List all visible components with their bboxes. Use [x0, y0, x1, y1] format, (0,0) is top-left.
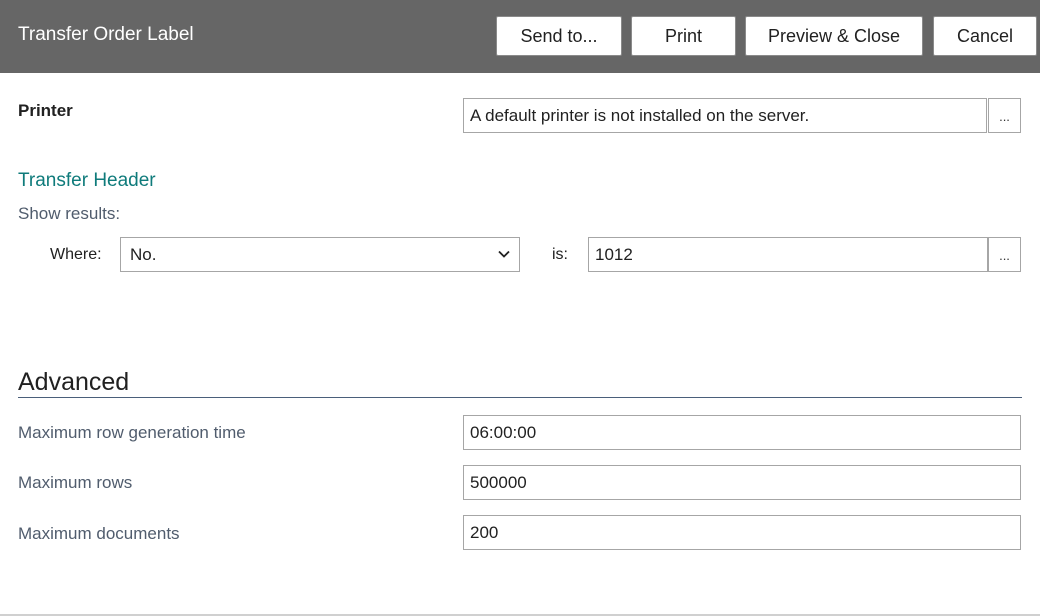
filter-value-field[interactable]: 1012: [588, 237, 988, 272]
printer-lookup-button[interactable]: ...: [988, 98, 1021, 133]
printer-label: Printer: [18, 101, 73, 120]
advanced-divider: [18, 397, 1022, 398]
dialog-title: Transfer Order Label: [18, 24, 194, 45]
printer-field[interactable]: A default printer is not installed on th…: [463, 98, 987, 133]
transfer-header-link[interactable]: Transfer Header: [18, 170, 156, 192]
chevron-down-icon: [498, 250, 510, 258]
where-field-value: No.: [130, 244, 157, 264]
where-label: Where:: [50, 246, 102, 263]
dialog-header: Transfer Order Label Send to... Print Pr…: [0, 0, 1040, 73]
max-row-time-label: Maximum row generation time: [18, 423, 246, 442]
max-documents-field[interactable]: 200: [463, 515, 1021, 550]
max-rows-field[interactable]: 500000: [463, 465, 1021, 500]
send-to-button[interactable]: Send to...: [496, 16, 622, 56]
advanced-section-title[interactable]: Advanced: [18, 368, 129, 397]
max-documents-label: Maximum documents: [18, 524, 180, 543]
where-field-select[interactable]: No.: [120, 237, 520, 272]
show-results-label: Show results:: [18, 204, 121, 223]
print-button[interactable]: Print: [631, 16, 736, 56]
is-label: is:: [552, 246, 568, 263]
max-rows-label: Maximum rows: [18, 473, 133, 492]
filter-lookup-button[interactable]: ...: [988, 237, 1021, 272]
max-row-time-field[interactable]: 06:00:00: [463, 415, 1021, 450]
preview-close-button[interactable]: Preview & Close: [745, 16, 923, 56]
cancel-button[interactable]: Cancel: [933, 16, 1037, 56]
